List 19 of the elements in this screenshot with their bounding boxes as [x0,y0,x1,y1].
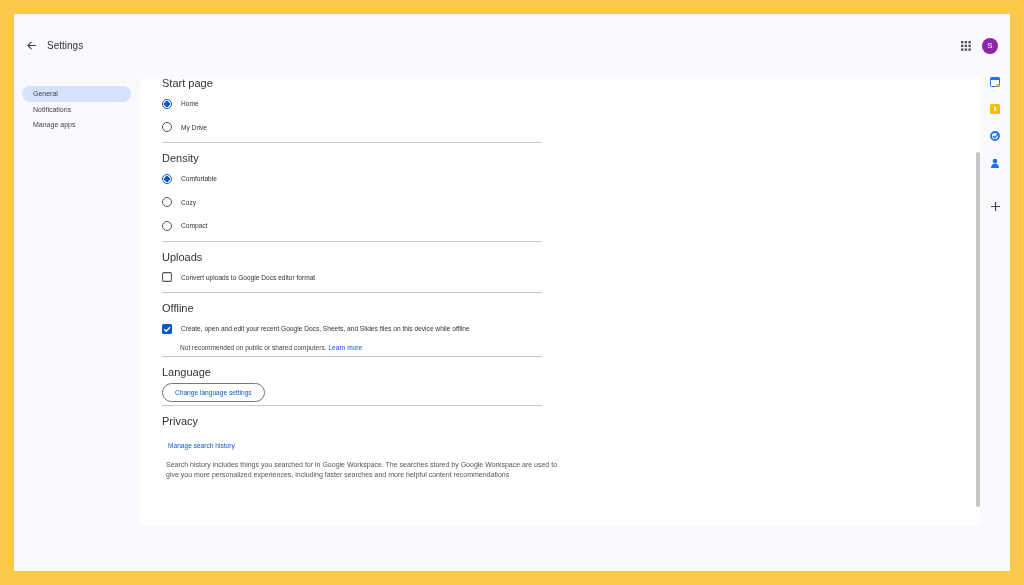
section-heading: Uploads [162,250,204,263]
tasks-icon[interactable] [990,131,1000,141]
section-heading: Start page [162,77,214,89]
scrollbar[interactable] [976,152,980,507]
apps-grid-icon[interactable] [961,40,971,51]
radio-button[interactable] [162,173,172,184]
radio-button[interactable] [162,98,172,109]
page-title: Settings [47,40,84,51]
add-icon[interactable] [990,202,1000,211]
account-avatar[interactable]: S [982,37,998,54]
section-heading: Privacy [162,414,200,427]
calendar-icon[interactable] [990,77,1000,87]
section-heading: Language [162,365,212,378]
checkbox[interactable] [162,272,172,283]
back-arrow-icon[interactable] [26,40,37,51]
checkbox[interactable] [162,323,172,334]
section-heading: Offline [162,302,195,314]
person-icon[interactable] [990,158,1000,168]
section-heading: Density [162,152,200,164]
